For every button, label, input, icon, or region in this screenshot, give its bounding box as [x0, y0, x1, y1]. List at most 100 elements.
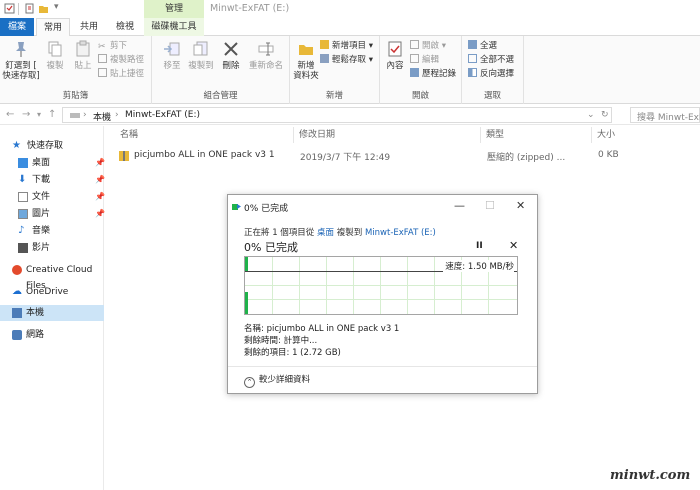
nav-this-pc[interactable]: 本機: [0, 305, 104, 321]
computer-icon: [12, 308, 22, 318]
history-button[interactable]: 歷程記錄: [410, 68, 456, 80]
delete-button[interactable]: 刪除: [218, 40, 244, 71]
pin-icon[interactable]: 📌: [95, 155, 105, 171]
pin-icon[interactable]: 📌: [95, 206, 105, 222]
file-date: 2019/3/7 下午 12:49: [300, 153, 391, 163]
easy-access-button[interactable]: 輕鬆存取 ▾: [320, 54, 373, 66]
copy-to-button[interactable]: 複製到: [186, 40, 216, 71]
nav-network[interactable]: 網路: [0, 327, 104, 343]
pin-quick-access-button[interactable]: 釘選到 [ 快速存取]: [2, 40, 40, 81]
paste-button[interactable]: 貼上: [70, 40, 96, 71]
edit-button[interactable]: 編輯: [410, 54, 439, 66]
invert-selection-button[interactable]: 反向選擇: [468, 68, 514, 80]
organize-group-label: 組合管理: [203, 91, 238, 101]
move-to-button[interactable]: 移至: [158, 40, 186, 71]
nav-pictures[interactable]: 圖片 📌: [0, 206, 105, 222]
column-separator[interactable]: [293, 127, 294, 143]
nav-videos[interactable]: 影片: [0, 240, 104, 256]
nav-creative-cloud[interactable]: Creative Cloud Files: [0, 262, 104, 291]
title-bar: ▾ 管理 Minwt-ExFAT (E:): [0, 0, 700, 18]
cancel-copy-icon[interactable]: ✕: [509, 239, 518, 252]
column-type[interactable]: 類型: [486, 127, 504, 141]
copy-path-button[interactable]: 複製路徑: [98, 54, 144, 66]
breadcrumb-drive[interactable]: Minwt-ExFAT (E:): [125, 110, 200, 120]
breadcrumb-this-pc[interactable]: 本機: [93, 110, 111, 123]
breadcrumb-separator-icon: ›: [83, 110, 87, 120]
copy-file-name: 名稱: picjumbo ALL in ONE pack v3 1: [244, 324, 400, 334]
column-separator[interactable]: [591, 127, 592, 143]
navigation-pane: ★ 快速存取 桌面 📌 ⬇ 下載 📌 文件 📌 圖片 📌 ♪ 音樂 影片 Cre…: [0, 126, 105, 490]
select-none-button[interactable]: 全部不選: [468, 54, 514, 66]
new-group: 新增 資料夾 新增項目 ▾ 輕鬆存取 ▾ 新增: [290, 36, 380, 104]
refresh-icon[interactable]: ↻: [601, 110, 609, 120]
forward-arrow-icon[interactable]: →: [22, 109, 30, 120]
new-item-button[interactable]: 新增項目 ▾: [320, 40, 373, 52]
tab-drive-tools[interactable]: 磁碟機工具: [144, 18, 204, 36]
pin-icon[interactable]: 📌: [95, 172, 105, 188]
tab-home[interactable]: 常用: [36, 18, 70, 36]
window-title: Minwt-ExFAT (E:): [210, 3, 290, 14]
creative-cloud-icon: [12, 265, 22, 275]
file-size: 0 KB: [598, 150, 619, 160]
nav-quick-access[interactable]: ★ 快速存取: [0, 138, 104, 154]
new-folder-button[interactable]: 新增 資料夾: [292, 40, 320, 81]
manage-contextual-tab[interactable]: 管理: [144, 0, 204, 18]
properties-button[interactable]: 內容: [382, 40, 408, 71]
cloud-icon: ☁: [12, 286, 22, 297]
column-separator[interactable]: [480, 127, 481, 143]
recent-dropdown-icon[interactable]: ▾: [37, 110, 41, 119]
music-note-icon: ♪: [18, 225, 25, 236]
copy-status-line: 正在將 1 個項目從 桌面 複製到 Minwt-ExFAT (E:): [244, 228, 436, 238]
cut-button[interactable]: ✂ 剪下: [98, 40, 127, 52]
chevron-up-icon: ⌃: [244, 377, 255, 388]
rename-button[interactable]: 重新命名: [246, 40, 286, 71]
back-arrow-icon[interactable]: ←: [6, 109, 14, 120]
column-name[interactable]: 名稱: [120, 127, 138, 141]
nav-downloads[interactable]: ⬇ 下載 📌: [0, 172, 105, 188]
minimize-icon[interactable]: —: [454, 199, 465, 212]
dialog-title: 0% 已完成: [244, 204, 289, 214]
folder-qa-icon[interactable]: [38, 3, 49, 14]
time-remaining: 剩餘時間: 計算中...: [244, 336, 318, 346]
copy-progress-dialog: 0% 已完成 — ☐ ✕ 正在將 1 個項目從 桌面 複製到 Minwt-ExF…: [227, 194, 538, 394]
pin-icon[interactable]: 📌: [95, 189, 105, 205]
close-icon[interactable]: ✕: [516, 199, 525, 212]
qa-dropdown-icon[interactable]: ▾: [54, 2, 65, 13]
source-link[interactable]: 桌面: [317, 228, 334, 238]
address-dropdown-icon[interactable]: ⌄: [587, 110, 595, 120]
invert-selection-icon: [468, 68, 477, 77]
select-all-button[interactable]: 全選: [468, 40, 497, 52]
up-arrow-icon[interactable]: ↑: [48, 109, 56, 120]
search-input[interactable]: 搜尋 Minwt-ExFAT: [630, 107, 700, 123]
download-arrow-icon: ⬇: [18, 174, 27, 185]
nav-documents[interactable]: 文件 📌: [0, 189, 105, 205]
copy-progress-icon: [232, 204, 241, 210]
properties-icon: [388, 41, 402, 57]
column-size[interactable]: 大小: [597, 127, 615, 141]
tab-share[interactable]: 共用: [72, 18, 106, 36]
select-none-icon: [468, 54, 477, 63]
new-folder-icon: [299, 45, 313, 55]
nav-music[interactable]: ♪ 音樂: [0, 223, 104, 239]
this-pc-icon: [70, 113, 80, 118]
open-button[interactable]: 開啟 ▾: [410, 40, 446, 52]
address-input[interactable]: › 本機 › Minwt-ExFAT (E:) ⌄ ↻: [62, 107, 612, 123]
zip-folder-icon: [119, 151, 129, 161]
qa-separator: [18, 3, 19, 15]
destination-link[interactable]: Minwt-ExFAT (E:): [365, 228, 436, 238]
copy-path-icon: [98, 54, 107, 63]
paste-shortcut-icon: [98, 68, 107, 77]
progress-fill-top: [245, 257, 248, 271]
properties-qa-icon[interactable]: [4, 3, 15, 14]
column-date[interactable]: 修改日期: [299, 127, 335, 141]
tab-file[interactable]: 檔案: [0, 18, 34, 36]
less-details-button[interactable]: ⌃ 較少詳細資料: [244, 373, 310, 388]
new-folder-qa-icon[interactable]: [24, 3, 35, 14]
nav-desktop[interactable]: 桌面 📌: [0, 155, 105, 171]
clipboard-group: 釘選到 [ 快速存取] 複製 貼上 ✂ 剪下 複製路徑 貼上捷徑 剪貼簿: [0, 36, 152, 104]
nav-onedrive[interactable]: ☁ OneDrive: [0, 284, 104, 300]
copy-button[interactable]: 複製: [42, 40, 68, 71]
paste-shortcut-button[interactable]: 貼上捷徑: [98, 68, 144, 80]
tab-view[interactable]: 檢視: [108, 18, 142, 36]
pause-button[interactable]: II: [476, 241, 483, 251]
